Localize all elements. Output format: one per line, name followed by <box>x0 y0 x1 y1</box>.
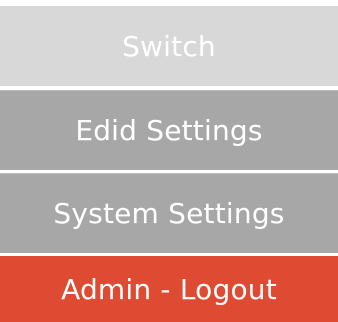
side-menu: Switch Edid Settings System Settings Adm… <box>0 0 338 322</box>
menu-item-edid-settings[interactable]: Edid Settings <box>0 90 338 170</box>
menu-divider <box>0 86 338 89</box>
menu-item-edid-settings-label: Edid Settings <box>75 114 263 147</box>
menu-item-switch-label: Switch <box>122 29 216 63</box>
admin-logout-button[interactable]: Admin - Logout <box>0 256 338 322</box>
menu-item-switch[interactable]: Switch <box>0 6 338 86</box>
admin-logout-label: Admin - Logout <box>61 272 277 306</box>
menu-item-system-settings-label: System Settings <box>53 197 285 230</box>
menu-item-system-settings[interactable]: System Settings <box>0 173 338 253</box>
